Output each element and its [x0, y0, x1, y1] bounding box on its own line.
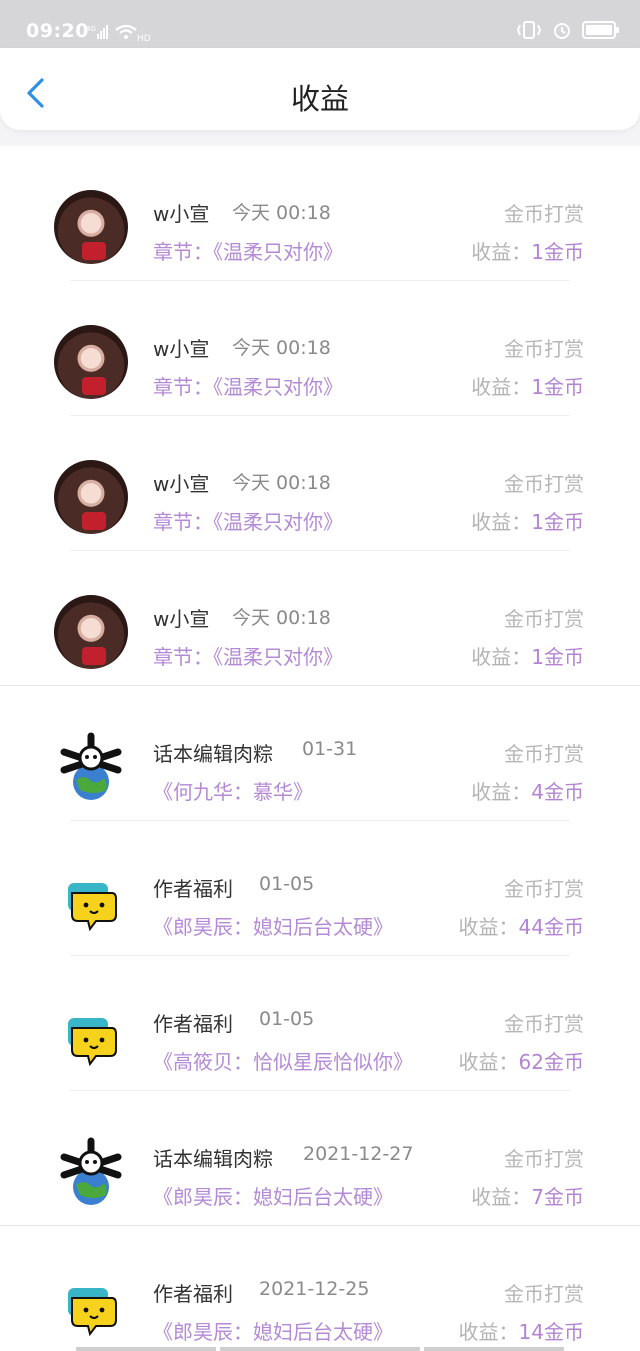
nav-header: 收益 [0, 48, 640, 130]
list-item[interactable]: w小宣 今天 00:18 金币打赏 章节：《温柔只对你》 收益：1金币 [0, 146, 640, 281]
user-name: 话本编辑肉粽 [153, 742, 273, 766]
earnings-amount: 1金币 [531, 375, 584, 399]
list-item[interactable]: 话本编辑肉粽 01-31 金币打赏 《何九华：慕华》 收益：4金币 [0, 686, 640, 821]
user-name: w小宣 [153, 202, 210, 226]
chapter-title: 章节：《温柔只对你》 [153, 240, 343, 264]
network-type-label: 4G [86, 25, 96, 33]
earnings: 收益：62金币 [458, 1050, 584, 1074]
item-time: 今天 00:18 [232, 202, 331, 224]
reward-type: 金币打赏 [504, 1012, 584, 1036]
earnings-amount: 1金币 [531, 240, 584, 264]
user-name: w小宣 [153, 472, 210, 496]
page-title: 收益 [290, 82, 349, 116]
bottom-edge-tab [220, 1347, 420, 1351]
chapter-title: 《高筱贝：恰似星辰恰似你》 [153, 1050, 413, 1074]
chapter-title: 《何九华：慕华》 [153, 780, 313, 804]
list-item[interactable]: w小宣 今天 00:18 金币打赏 章节：《温柔只对你》 收益：1金币 [0, 281, 640, 416]
earnings-amount: 4金币 [531, 780, 584, 804]
list-item[interactable]: 作者福利 01-05 金币打赏 《郎昊辰：媳妇后台太硬》 收益：44金币 [0, 821, 640, 956]
user-name: 话本编辑肉粽 [153, 1147, 273, 1171]
reward-type: 金币打赏 [504, 742, 584, 766]
chapter-title: 《郎昊辰：媳妇后台太硬》 [153, 1320, 393, 1344]
earnings: 收益：4金币 [471, 780, 584, 804]
earnings-amount: 7金币 [531, 1185, 584, 1209]
reward-type: 金币打赏 [504, 607, 584, 631]
item-time: 今天 00:18 [232, 607, 331, 629]
alarm-icon [554, 23, 570, 39]
status-time: 09:20 [26, 20, 89, 42]
user-name: w小宣 [153, 337, 210, 361]
item-time: 今天 00:18 [232, 472, 331, 494]
vibrate-icon [516, 21, 542, 39]
bone-globe-avatar-icon [60, 1137, 122, 1205]
list-item[interactable]: w小宣 今天 00:18 金币打赏 章节：《温柔只对你》 收益：1金币 [0, 551, 640, 686]
reward-type: 金币打赏 [504, 877, 584, 901]
avatar [54, 190, 128, 264]
signal-group: 4G HD [86, 22, 150, 42]
list-item[interactable]: 话本编辑肉粽 2021-12-27 金币打赏 《郎昊辰：媳妇后台太硬》 收益：7… [0, 1091, 640, 1226]
item-time: 今天 00:18 [232, 337, 331, 359]
earnings-amount: 44金币 [518, 915, 584, 939]
user-name: 作者福利 [153, 877, 233, 901]
chapter-title: 《郎昊辰：媳妇后台太硬》 [153, 1185, 393, 1209]
bone-globe-avatar-icon [60, 732, 122, 800]
reward-type: 金币打赏 [504, 337, 584, 361]
avatar [54, 595, 128, 669]
user-name: w小宣 [153, 607, 210, 631]
bottom-edge-tab [76, 1347, 216, 1351]
chapter-title: 章节：《温柔只对你》 [153, 510, 343, 534]
reward-type: 金币打赏 [504, 472, 584, 496]
chat-bubble-avatar-icon [68, 883, 117, 932]
chat-bubble-avatar-icon [68, 1288, 117, 1337]
chapter-title: 章节：《温柔只对你》 [153, 645, 343, 669]
cellular-signal-icon: 4G [86, 25, 108, 39]
earnings-list: w小宣 今天 00:18 金币打赏 章节：《温柔只对你》 收益：1金币 w小宣 … [0, 146, 640, 1351]
item-time: 2021-12-27 [303, 1143, 414, 1165]
item-time: 01-05 [259, 1008, 315, 1030]
earnings-amount: 1金币 [531, 510, 584, 534]
user-name: 作者福利 [153, 1282, 233, 1306]
earnings: 收益：44金币 [458, 915, 584, 939]
bottom-edge-tab [424, 1347, 564, 1351]
list-item[interactable]: 作者福利 2021-12-25 金币打赏 《郎昊辰：媳妇后台太硬》 收益：14金… [0, 1226, 640, 1351]
earnings-amount: 1金币 [531, 645, 584, 669]
list-item[interactable]: w小宣 今天 00:18 金币打赏 章节：《温柔只对你》 收益：1金币 [0, 416, 640, 551]
avatar [54, 460, 128, 534]
earnings: 收益：1金币 [471, 645, 584, 669]
item-time: 2021-12-25 [259, 1278, 370, 1300]
reward-type: 金币打赏 [504, 1147, 584, 1171]
user-name: 作者福利 [153, 1012, 233, 1036]
earnings: 收益：14金币 [458, 1320, 584, 1344]
status-right-group [516, 20, 619, 40]
earnings-amount: 14金币 [518, 1320, 584, 1344]
earnings: 收益：1金币 [471, 375, 584, 399]
item-time: 01-05 [259, 873, 315, 895]
earnings: 收益：7金币 [471, 1185, 584, 1209]
reward-type: 金币打赏 [504, 1282, 584, 1306]
chapter-title: 《郎昊辰：媳妇后台太硬》 [153, 915, 393, 939]
list-item[interactable]: 作者福利 01-05 金币打赏 《高筱贝：恰似星辰恰似你》 收益：62金币 [0, 956, 640, 1091]
battery-icon [582, 21, 619, 39]
chat-bubble-avatar-icon [68, 1018, 117, 1067]
earnings-amount: 62金币 [518, 1050, 584, 1074]
reward-type: 金币打赏 [504, 202, 584, 226]
avatar [54, 325, 128, 399]
hd-label: HD [137, 34, 150, 42]
wifi-icon: HD [115, 24, 150, 42]
earnings: 收益：1金币 [471, 510, 584, 534]
earnings: 收益：1金币 [471, 240, 584, 264]
item-time: 01-31 [302, 738, 358, 760]
status-bar: 09:20 4G HD [0, 0, 640, 48]
chapter-title: 章节：《温柔只对你》 [153, 375, 343, 399]
